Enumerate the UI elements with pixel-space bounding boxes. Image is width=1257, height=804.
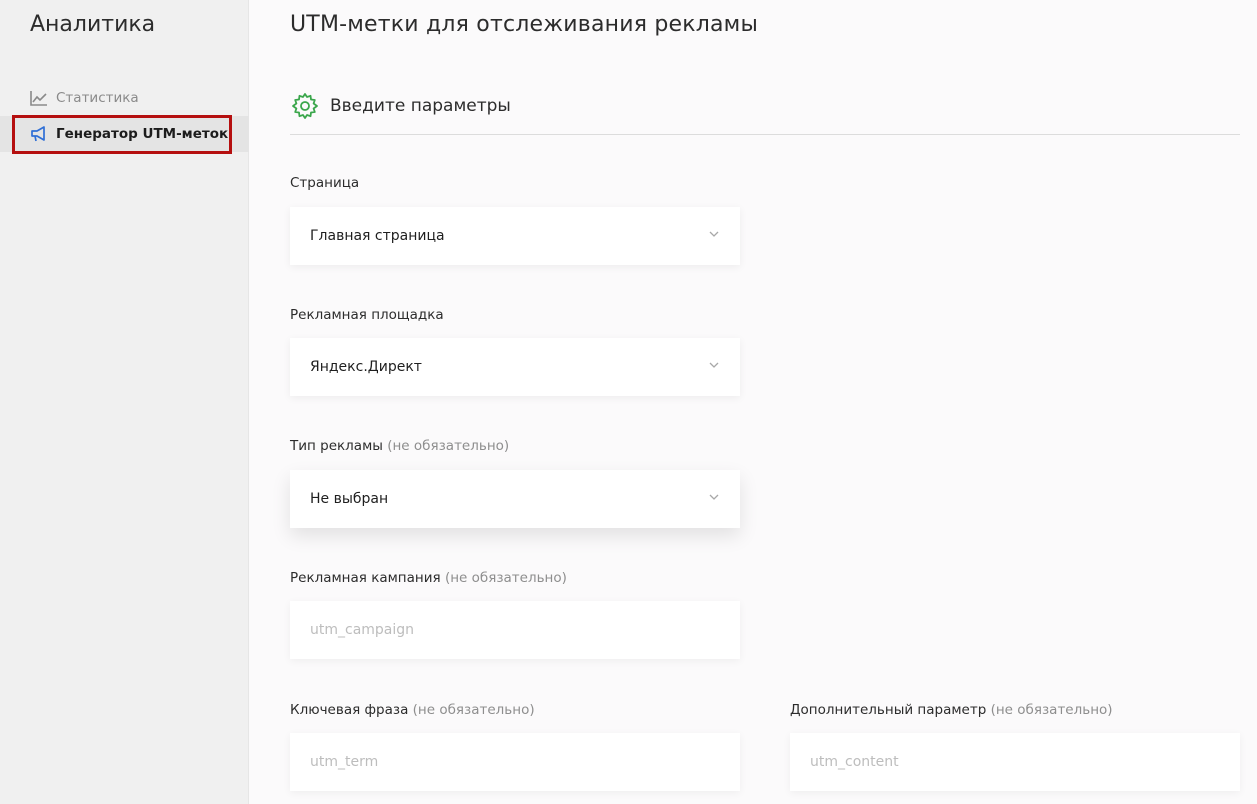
field-label-text: Ключевая фраза: [290, 702, 409, 718]
campaign-input[interactable]: [290, 601, 740, 659]
sidebar: Аналитика Статистика Генератор UTM-меток: [0, 0, 249, 804]
page-select[interactable]: Главная страница: [290, 207, 740, 265]
main-content: UTM-метки для отслеживания рекламы Введи…: [249, 0, 1257, 804]
ad-type-select[interactable]: Не выбран: [290, 470, 740, 528]
select-value: Не выбран: [310, 491, 389, 507]
sidebar-item-utm-generator[interactable]: Генератор UTM-меток: [0, 116, 249, 152]
platform-field-label: Рекламная площадка: [290, 307, 444, 323]
megaphone-icon: [30, 125, 48, 143]
section-divider: [290, 134, 1240, 135]
field-label-text: Страница: [290, 175, 360, 191]
field-label-text: Рекламная площадка: [290, 307, 444, 323]
sidebar-item-statistics[interactable]: Статистика: [0, 80, 249, 116]
chart-line-icon: [30, 89, 48, 107]
field-label-text: Тип рекламы: [290, 438, 383, 454]
page-field-label: Страница: [290, 175, 359, 191]
field-label-text: Дополнительный параметр: [790, 702, 987, 718]
chevron-down-icon: [708, 491, 720, 503]
select-value: Яндекс.Директ: [310, 359, 422, 375]
optional-hint: (не обязательно): [412, 702, 535, 718]
optional-hint: (не обязательно): [387, 438, 510, 454]
gear-icon: [290, 91, 320, 121]
term-input[interactable]: [290, 733, 740, 791]
field-label-text: Рекламная кампания: [290, 570, 441, 586]
chevron-down-icon: [708, 228, 720, 240]
content-input[interactable]: [790, 733, 1240, 791]
content-field-label: Дополнительный параметр (не обязательно): [790, 702, 1113, 718]
campaign-field-label: Рекламная кампания (не обязательно): [290, 570, 567, 586]
term-field-label: Ключевая фраза (не обязательно): [290, 702, 535, 718]
chevron-down-icon: [708, 359, 720, 371]
sidebar-item-label: Генератор UTM-меток: [56, 126, 229, 142]
ad-type-field-label: Тип рекламы (не обязательно): [290, 438, 509, 454]
platform-select[interactable]: Яндекс.Директ: [290, 338, 740, 396]
sidebar-title: Аналитика: [30, 12, 156, 37]
sidebar-item-label: Статистика: [56, 90, 139, 106]
page-title: UTM-метки для отслеживания рекламы: [290, 12, 759, 37]
section-header: Введите параметры: [290, 91, 511, 121]
optional-hint: (не обязательно): [990, 702, 1113, 718]
optional-hint: (не обязательно): [444, 570, 567, 586]
section-title: Введите параметры: [330, 96, 511, 116]
select-value: Главная страница: [310, 228, 445, 244]
